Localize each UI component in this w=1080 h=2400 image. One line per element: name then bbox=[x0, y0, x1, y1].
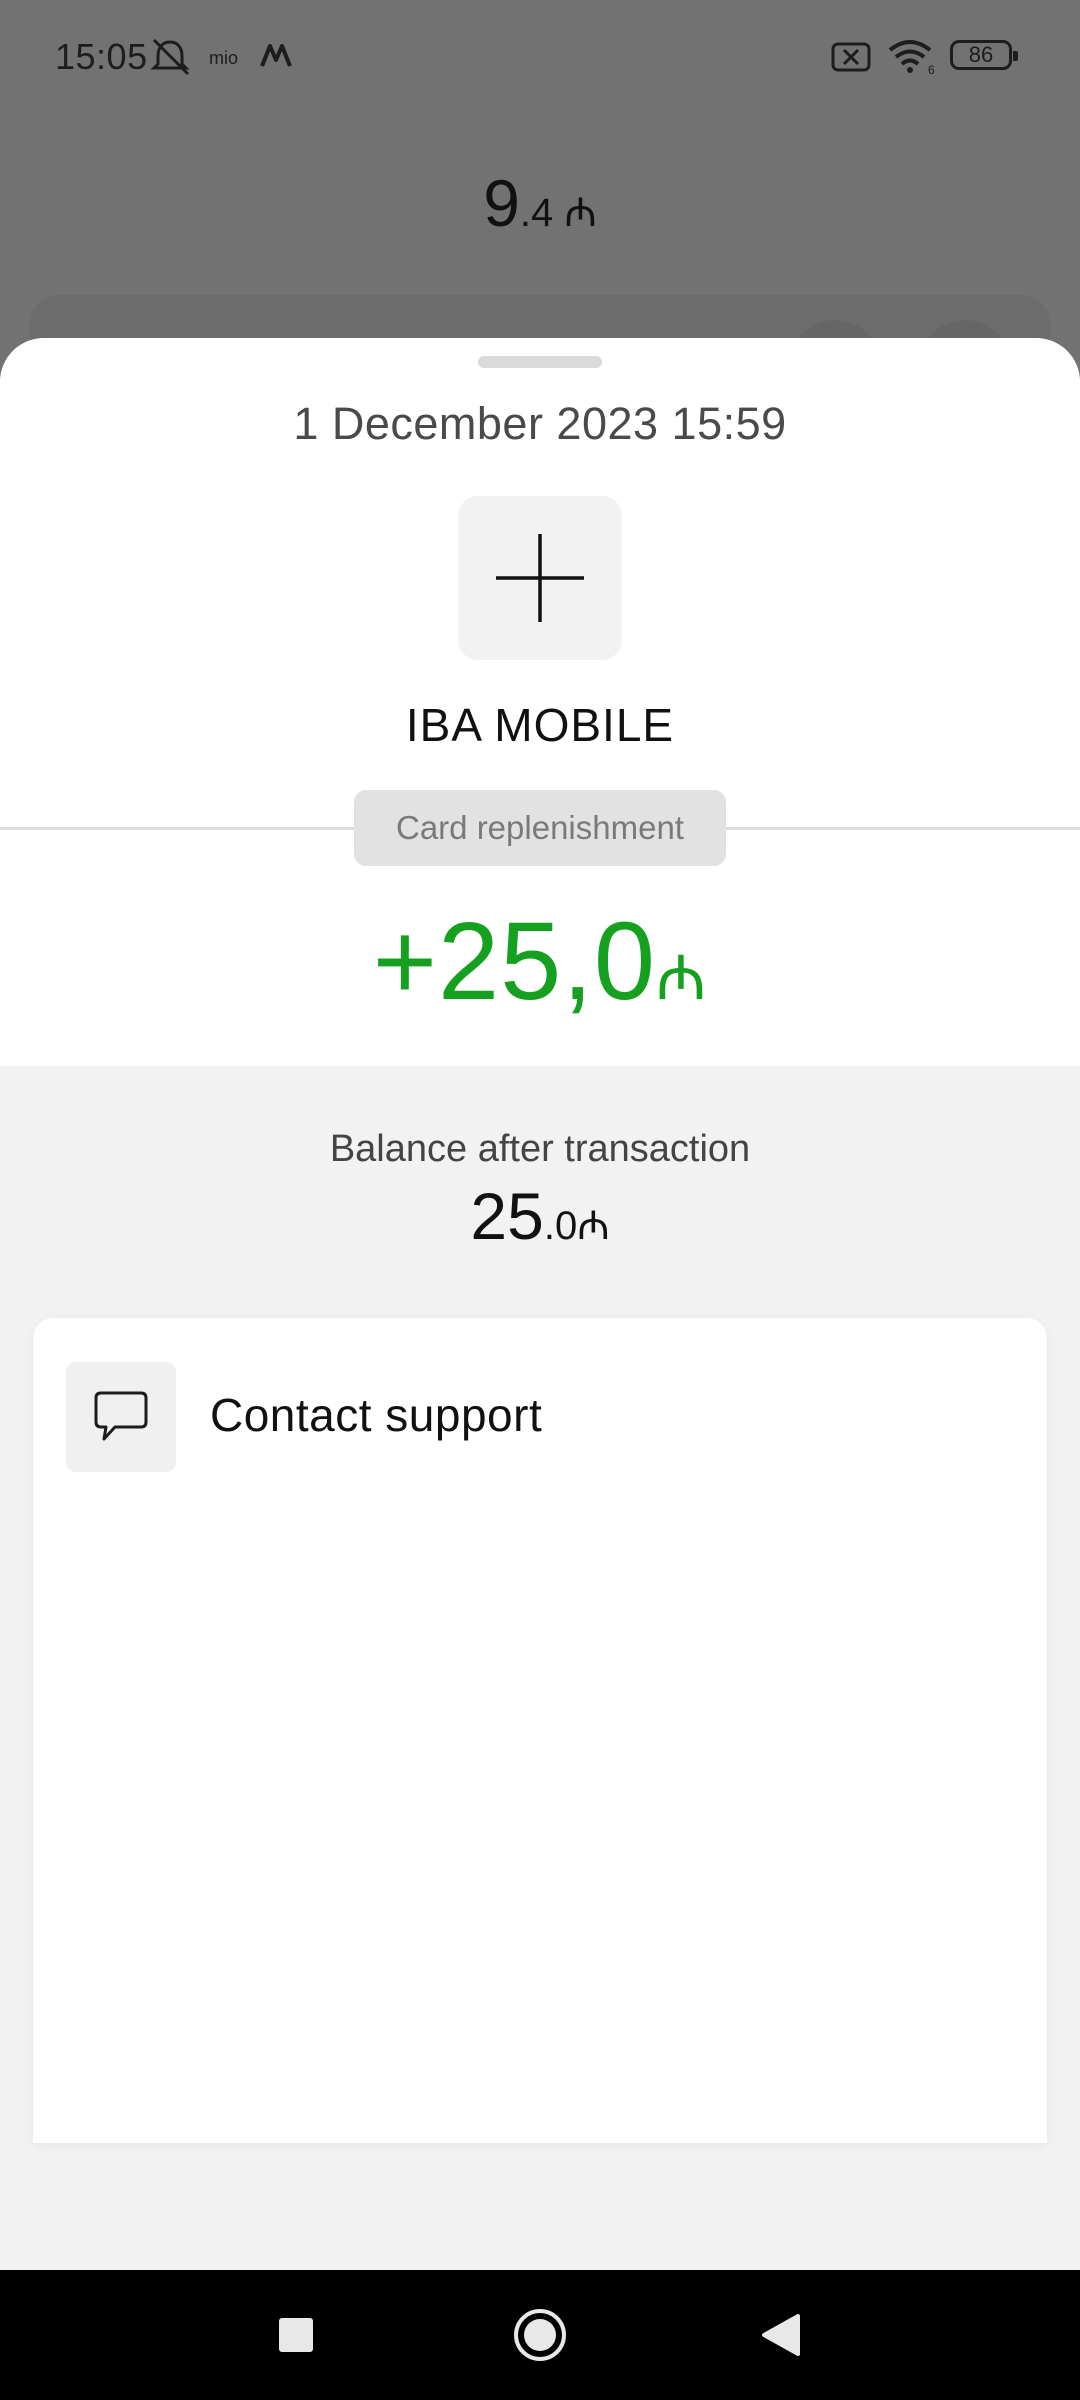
balance-after-value: 25.0₼ bbox=[470, 1179, 610, 1253]
home-circle-icon bbox=[514, 2309, 566, 2361]
recents-button[interactable] bbox=[236, 2270, 356, 2400]
screen: 15:05 mio 6 86 9.4 ₼ 1 December 2023 15:… bbox=[0, 0, 1080, 2400]
system-navigation-bar bbox=[0, 2270, 1080, 2400]
wifi-icon: 6 bbox=[888, 40, 935, 76]
status-bar: 15:05 mio 6 86 bbox=[0, 0, 1080, 110]
merchant-name: IBA MOBILE bbox=[405, 699, 675, 751]
back-button[interactable] bbox=[720, 2270, 840, 2400]
drag-handle[interactable] bbox=[478, 356, 602, 368]
contact-support-label: Contact support bbox=[210, 1389, 543, 1441]
support-icon-container bbox=[66, 1362, 176, 1472]
svg-text:mio: mio bbox=[209, 48, 238, 68]
status-time: 15:05 bbox=[55, 36, 148, 77]
plus-icon bbox=[496, 534, 584, 622]
m-app-icon bbox=[260, 44, 292, 67]
transaction-amount: +25,0₼ bbox=[0, 898, 1080, 1025]
chat-bubble-icon bbox=[94, 1391, 148, 1441]
balance-after-label: Balance after transaction bbox=[329, 1128, 751, 1170]
no-sim-icon bbox=[831, 42, 871, 72]
merchant-avatar bbox=[458, 496, 622, 660]
support-card: Contact support bbox=[33, 1318, 1047, 2143]
background-balance: 9.4 ₼ bbox=[483, 166, 597, 240]
amount-value: +25,0 bbox=[372, 900, 657, 1023]
transaction-details-sheet: 1 December 2023 15:59 IBA MOBILE Card re… bbox=[0, 338, 1080, 2270]
amount-currency: ₼ bbox=[656, 944, 708, 1013]
home-button[interactable] bbox=[480, 2270, 600, 2400]
mio-app-icon: mio bbox=[209, 48, 238, 68]
svg-text:6: 6 bbox=[928, 63, 935, 76]
recents-square-icon bbox=[279, 2318, 313, 2352]
contact-support-button[interactable]: Contact support bbox=[33, 1318, 1047, 1518]
battery-indicator: 86 bbox=[950, 40, 1018, 70]
back-triangle-icon bbox=[762, 2314, 800, 2356]
transaction-date: 1 December 2023 15:59 bbox=[293, 398, 787, 449]
sheet-header-section: 1 December 2023 15:59 IBA MOBILE Card re… bbox=[0, 338, 1080, 1066]
muted-bell-icon bbox=[150, 38, 190, 76]
category-badge: Card replenishment bbox=[354, 790, 726, 866]
